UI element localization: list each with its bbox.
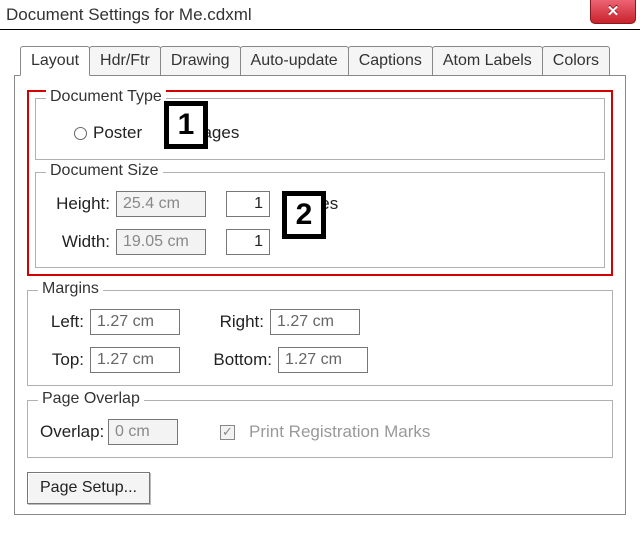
label-top: Top: <box>40 350 84 370</box>
input-height-pages[interactable] <box>226 191 270 217</box>
fieldset-page-overlap: Page Overlap Overlap: Print Registration… <box>27 400 613 458</box>
label-left: Left: <box>40 312 84 332</box>
titlebar: Document Settings for Me.cdxml ✕ <box>0 0 640 30</box>
row-height: Height: Pages <box>48 191 592 217</box>
input-width-pages[interactable] <box>226 229 270 255</box>
close-button[interactable]: ✕ <box>590 0 636 24</box>
row-margin-lr: Left: Right: <box>40 309 600 335</box>
radio-icon <box>172 127 185 140</box>
radio-icon <box>74 127 87 140</box>
input-width[interactable] <box>116 229 206 255</box>
fieldset-margins: Margins Left: Right: Top: Bottom: <box>27 290 613 386</box>
legend-document-type: Document Type <box>46 88 166 106</box>
tabpanel-layout: Document Type Poster Pages 1 Document Si… <box>14 76 626 515</box>
page-setup-button[interactable]: Page Setup... <box>27 472 150 504</box>
radio-pages[interactable]: Pages <box>172 123 239 143</box>
tab-colors[interactable]: Colors <box>542 46 610 75</box>
input-margin-top[interactable] <box>90 347 180 373</box>
legend-page-overlap: Page Overlap <box>38 390 144 408</box>
dialog-body: Layout Hdr/Ftr Drawing Auto-update Capti… <box>0 30 640 525</box>
tab-hdrftr[interactable]: Hdr/Ftr <box>89 46 161 75</box>
label-height: Height: <box>48 194 110 214</box>
fieldset-document-size: Document Size Height: Pages Width: 2 <box>35 172 605 268</box>
input-margin-right[interactable] <box>270 309 360 335</box>
radio-poster[interactable]: Poster <box>74 123 142 143</box>
tab-layout[interactable]: Layout <box>20 46 90 76</box>
label-print-reg: Print Registration Marks <box>249 422 430 442</box>
window-title: Document Settings for Me.cdxml <box>6 5 252 25</box>
label-width: Width: <box>48 232 110 252</box>
close-icon: ✕ <box>607 2 620 20</box>
legend-document-size: Document Size <box>46 162 163 180</box>
input-margin-left[interactable] <box>90 309 180 335</box>
label-overlap: Overlap: <box>40 422 102 442</box>
tabstrip: Layout Hdr/Ftr Drawing Auto-update Capti… <box>14 44 626 76</box>
legend-margins: Margins <box>38 280 103 298</box>
radio-pages-label: Pages <box>191 123 239 143</box>
checkbox-print-reg[interactable] <box>220 425 235 440</box>
row-overlap: Overlap: Print Registration Marks <box>40 419 600 445</box>
tab-atomlabels[interactable]: Atom Labels <box>432 46 543 75</box>
fieldset-document-type: Document Type Poster Pages 1 <box>35 98 605 160</box>
doc-type-radios: Poster Pages 1 <box>48 117 592 147</box>
highlight-region-1: Document Type Poster Pages 1 Document Si… <box>27 90 613 276</box>
input-overlap[interactable] <box>108 419 178 445</box>
tab-captions[interactable]: Captions <box>348 46 433 75</box>
row-margin-tb: Top: Bottom: <box>40 347 600 373</box>
tab-autoupdate[interactable]: Auto-update <box>240 46 349 75</box>
label-bottom: Bottom: <box>210 350 272 370</box>
radio-poster-label: Poster <box>93 123 142 143</box>
row-width: Width: 2 <box>48 229 592 255</box>
input-margin-bottom[interactable] <box>278 347 368 373</box>
label-right: Right: <box>210 312 264 332</box>
input-height[interactable] <box>116 191 206 217</box>
label-pages-unit: Pages <box>290 194 338 214</box>
tab-drawing[interactable]: Drawing <box>160 46 241 75</box>
